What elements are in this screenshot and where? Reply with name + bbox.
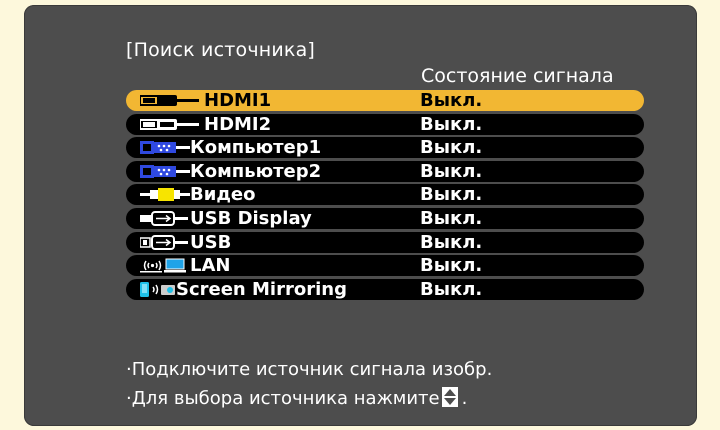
source-status: Выкл. [420, 184, 483, 206]
source-name: Screen Mirroring [176, 278, 347, 300]
instruction-connect: ·Подключите источник сигнала изобр. [126, 359, 493, 380]
source-status: Выкл. [420, 90, 483, 111]
source-name: USB Display [190, 207, 312, 229]
source-status: Выкл. [420, 160, 483, 182]
instruction-select-end: . [461, 388, 468, 409]
source-name: HDMI2 [204, 113, 272, 135]
source-item-hdmi1[interactable]: HDMI1 Выкл. [126, 90, 644, 111]
source-item-computer1[interactable]: Компьютер1 Выкл. [126, 137, 644, 159]
source-item-hdmi2[interactable]: HDMI2 Выкл. [126, 113, 644, 135]
source-search-dialog: [Поиск источника] Состояние сигнала HDMI… [24, 5, 697, 426]
hdmi-icon [140, 95, 199, 106]
source-status: Выкл. [420, 278, 483, 300]
source-item-usb-display[interactable]: USB Display Выкл. [126, 207, 644, 229]
instruction-select-text: ·Для выбора источника нажмите [126, 388, 440, 409]
source-name: Видео [190, 184, 256, 206]
source-name: Компьютер1 [190, 137, 322, 159]
source-name: LAN [190, 255, 231, 277]
source-status: Выкл. [420, 231, 483, 253]
instruction-select: ·Для выбора источника нажмите . [126, 387, 467, 409]
source-item-lan[interactable]: LAN Выкл. [126, 255, 644, 277]
source-name: HDMI1 [204, 90, 272, 111]
signal-status-header: Состояние сигнала [421, 65, 614, 87]
source-list: HDMI1 Выкл. HDMI2 Выкл. Компьютер1 Выкл.… [126, 90, 644, 302]
source-status: Выкл. [420, 207, 483, 229]
source-name: USB [190, 231, 232, 253]
hdmi-icon [140, 118, 199, 130]
dialog-title: [Поиск источника] [126, 39, 316, 61]
source-status: Выкл. [420, 113, 483, 135]
source-item-computer2[interactable]: Компьютер2 Выкл. [126, 160, 644, 182]
up-down-arrow-icon [441, 387, 458, 407]
source-item-screen-mirroring[interactable]: Screen Mirroring Выкл. [126, 278, 644, 300]
source-item-usb[interactable]: USB Выкл. [126, 231, 644, 253]
source-status: Выкл. [420, 137, 483, 159]
source-status: Выкл. [420, 255, 483, 277]
source-name: Компьютер2 [190, 160, 322, 182]
source-item-video[interactable]: Видео Выкл. [126, 184, 644, 206]
